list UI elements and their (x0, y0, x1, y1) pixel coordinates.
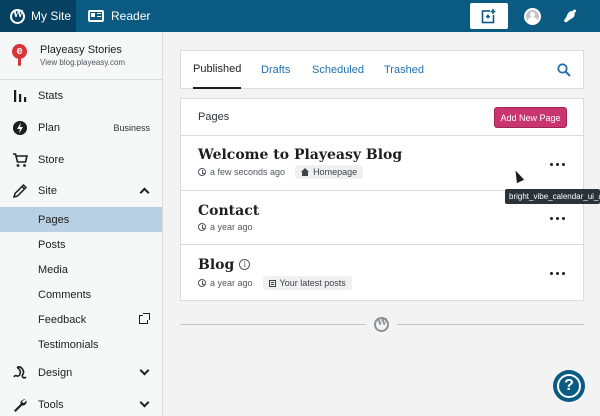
my-site-button[interactable]: My Site (0, 0, 76, 32)
page-time: a year ago (210, 278, 253, 288)
sidebar-item-label: Plan (38, 122, 61, 134)
sidebar-item-pages[interactable]: Pages (0, 207, 162, 232)
wordpress-icon (374, 317, 389, 332)
posts-icon (268, 279, 276, 287)
page-time: a year ago (210, 222, 253, 232)
plan-badge: Business (113, 123, 150, 133)
more-options-icon[interactable] (550, 163, 565, 166)
design-icon (13, 366, 27, 379)
page-title[interactable]: Welcome to Playeasy Blog (198, 147, 402, 163)
tab-label: Published (193, 63, 242, 75)
sidebar-item-site[interactable]: Site (0, 178, 162, 204)
card-title: Pages (198, 111, 230, 123)
search-icon[interactable] (557, 63, 571, 77)
masterbar: My Site Reader (0, 0, 600, 32)
add-new-page-button[interactable]: Add New Page (494, 107, 567, 128)
write-post-button[interactable] (470, 3, 508, 29)
write-icon (481, 8, 497, 24)
sidebar-item-plan[interactable]: Plan Business (0, 115, 162, 141)
reader-button[interactable]: Reader (88, 0, 150, 32)
cart-icon (13, 153, 28, 167)
sidebar-item-posts[interactable]: Posts (0, 232, 162, 257)
sidebar-item-label: Site (38, 185, 57, 197)
sidebar-item-comments[interactable]: Comments (0, 282, 162, 307)
chevron-down-icon (139, 397, 150, 408)
site-header[interactable]: e Playeasy Stories View blog.playeasy.co… (0, 32, 163, 78)
more-options-icon[interactable] (550, 217, 565, 220)
pencil-icon (12, 183, 28, 199)
page-row[interactable]: Welcome to Playeasy Blog a few seconds a… (181, 137, 583, 191)
footer-divider (180, 324, 366, 325)
sidebar-item-design[interactable]: Design (0, 360, 162, 386)
reader-label: Reader (111, 9, 151, 23)
sidebar-item-media[interactable]: Media (0, 257, 162, 282)
sidebar-item-label: Posts (38, 238, 66, 251)
clock-icon (198, 279, 206, 287)
sidebar-item-label: Stats (38, 90, 64, 102)
badge-label: Your latest posts (279, 278, 346, 288)
tab-label: Trashed (384, 64, 424, 76)
site-logo: e (11, 43, 29, 67)
tab-drafts[interactable]: Drafts (261, 51, 290, 89)
notifications-icon[interactable] (562, 8, 578, 24)
avatar[interactable] (524, 8, 541, 25)
tab-published[interactable]: Published (193, 51, 242, 89)
info-icon[interactable]: i (239, 259, 251, 270)
sidebar: e Playeasy Stories View blog.playeasy.co… (0, 32, 163, 416)
tab-trashed[interactable]: Trashed (384, 51, 424, 89)
sidebar-item-label: Feedback (38, 313, 87, 326)
wordpress-icon (10, 8, 25, 24)
chevron-up-icon (139, 187, 150, 198)
sidebar-item-label: Tools (38, 399, 64, 411)
sidebar-item-label: Media (38, 263, 68, 276)
page-time: a few seconds ago (210, 167, 286, 177)
plan-icon (13, 121, 27, 135)
help-button[interactable]: ? (553, 370, 585, 402)
sidebar-divider (0, 79, 162, 80)
sidebar-item-label: Pages (38, 213, 70, 226)
external-link-icon (139, 313, 150, 324)
clock-icon (198, 223, 206, 231)
site-url-link[interactable]: View blog.playeasy.com (40, 58, 125, 67)
tab-label: Scheduled (312, 64, 364, 76)
page-row[interactable]: Blog i a year ago Your latest posts (181, 245, 583, 301)
tab-label: Drafts (261, 64, 291, 76)
sidebar-item-label: Testimonials (38, 338, 99, 351)
sidebar-item-stats[interactable]: Stats (0, 83, 162, 109)
page-title[interactable]: Contact (198, 203, 259, 219)
badge-label: Homepage (313, 167, 358, 177)
footer-divider (397, 324, 584, 325)
reader-icon (88, 10, 104, 22)
tab-scheduled[interactable]: Scheduled (312, 51, 364, 89)
site-name: Playeasy Stories (40, 43, 122, 56)
sidebar-item-label: Design (38, 367, 73, 379)
page-meta: a year ago Your latest posts (198, 276, 352, 290)
wrench-icon (14, 399, 27, 412)
home-icon (301, 167, 310, 176)
sidebar-item-tools[interactable]: Tools (0, 392, 162, 416)
more-options-icon[interactable] (550, 272, 565, 275)
my-site-label: My Site (31, 9, 72, 23)
sidebar-item-store[interactable]: Store (0, 147, 162, 173)
stats-icon (14, 90, 27, 102)
sidebar-item-label: Comments (38, 288, 92, 301)
page-meta: a year ago (198, 222, 253, 232)
page-meta: a few seconds ago Homepage (198, 165, 364, 179)
clock-icon (198, 168, 206, 176)
page-title-text: Blog (198, 257, 235, 273)
latest-posts-badge: Your latest posts (262, 276, 352, 290)
tooltip: bright_vibe_calendar_ui_a (505, 189, 600, 204)
help-icon: ? (557, 374, 581, 398)
status-tabs: Published Drafts Scheduled Trashed (180, 50, 584, 89)
page-title[interactable]: Blog i (198, 257, 251, 273)
sidebar-item-feedback[interactable]: Feedback (0, 307, 162, 332)
homepage-badge: Homepage (295, 165, 364, 179)
sidebar-item-label: Store (38, 154, 65, 166)
chevron-down-icon (139, 365, 150, 376)
card-header: Pages Add New Page (181, 99, 583, 136)
sidebar-item-testimonials[interactable]: Testimonials (0, 332, 162, 357)
